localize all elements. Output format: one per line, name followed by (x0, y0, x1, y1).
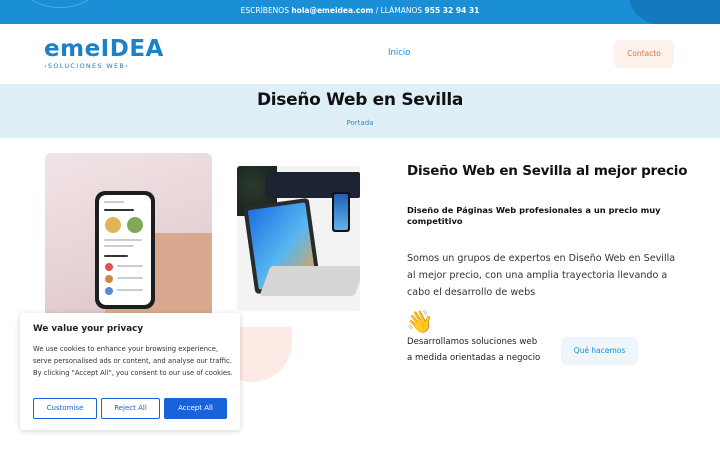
section-subtitle: Diseño de Páginas Web profesionales a un… (407, 205, 661, 226)
breadcrumb-portada[interactable]: Portada (0, 119, 720, 127)
logo-wordmark: emeIDEA (44, 36, 164, 62)
phone-screen (334, 194, 348, 230)
cookie-description: We use cookies to enhance your browsing … (33, 345, 233, 377)
site-header: emeIDEA ‹SOLUCIONES WEB› Inicio Contacto (0, 24, 720, 84)
keyboard-shape (259, 266, 360, 296)
topbar-email-link[interactable]: hola@emeidea.com (291, 6, 373, 15)
services-line-2: a medida orientadas a negocio (407, 353, 541, 363)
logo-tagline: ‹SOLUCIONES WEB› (44, 62, 130, 70)
topbar-email-prefix: ESCRÍBENOS (240, 6, 292, 15)
phone-screen (99, 195, 151, 305)
services-line-1: Desarrollamos soluciones web (407, 337, 538, 347)
accept-all-button[interactable]: Accept All (164, 398, 227, 419)
topbar-phone-link[interactable]: 955 32 94 31 (425, 6, 480, 15)
phone-app-photo (45, 153, 212, 322)
nav-link-inicio[interactable]: Inicio (388, 48, 411, 58)
site-logo[interactable]: emeIDEA ‹SOLUCIONES WEB› (44, 36, 164, 74)
page-title: Diseño Web en Sevilla (256, 90, 464, 110)
ipad-workspace-photo (237, 166, 360, 311)
cookie-consent-banner: We value your privacy We use cookies to … (20, 313, 240, 430)
top-contact-bar: ESCRÍBENOS hola@emeidea.com / LLÁMANOS 9… (0, 0, 720, 24)
section-title: Diseño Web en Sevilla al mejor precio (407, 163, 688, 179)
cookie-title: We value your privacy (33, 324, 144, 334)
waving-hand-icon: 👋 (406, 310, 434, 335)
topbar-contact-text: ESCRÍBENOS hola@emeidea.com / LLÁMANOS 9… (0, 6, 720, 15)
reject-all-button[interactable]: Reject All (101, 398, 160, 419)
page-hero: Diseño Web en Sevilla Portada (0, 84, 720, 138)
topbar-phone-prefix: / LLÁMANOS (373, 6, 425, 15)
contact-button[interactable]: Contacto (614, 40, 674, 68)
customise-button[interactable]: Customise (33, 398, 97, 419)
que-hacemos-button[interactable]: Qué hacemos (561, 337, 638, 365)
section-paragraph: Somos un grupos de expertos en Diseño We… (407, 253, 676, 298)
